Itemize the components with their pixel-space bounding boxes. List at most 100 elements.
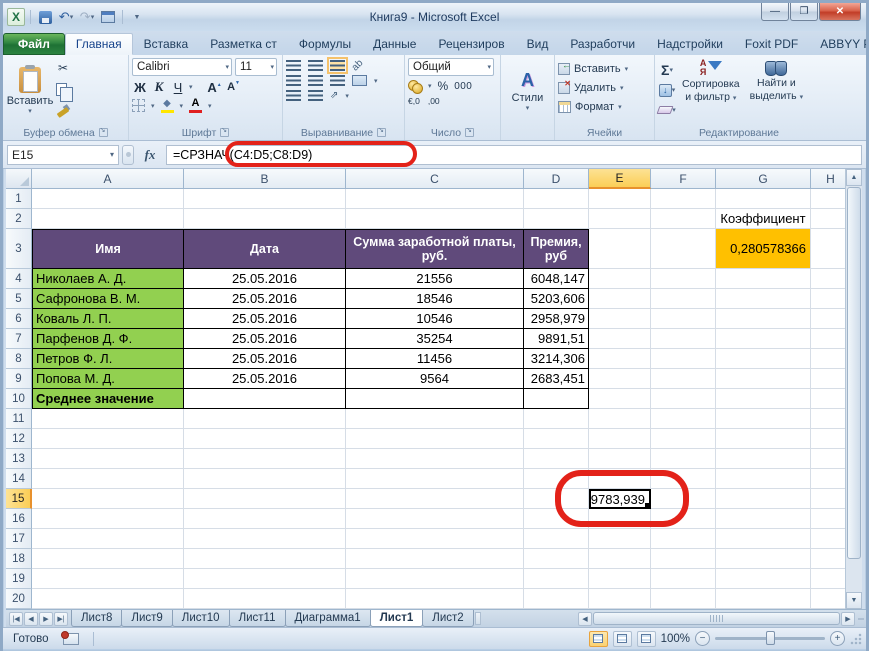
cell-D7[interactable]: 9891,51 (524, 329, 589, 349)
cell-E6[interactable] (589, 309, 651, 329)
column-header-D[interactable]: D (524, 169, 589, 189)
italic-button[interactable]: К (151, 79, 167, 95)
cell-E9[interactable] (589, 369, 651, 389)
cell-E2[interactable] (589, 209, 651, 229)
page-break-view-button[interactable] (637, 631, 656, 647)
cell-G6[interactable] (716, 309, 811, 329)
cell-G5[interactable] (716, 289, 811, 309)
cell-G2[interactable]: Коэффициент (716, 209, 811, 229)
cell-D8[interactable]: 3214,306 (524, 349, 589, 369)
zoom-out-button[interactable]: − (695, 631, 710, 646)
cell-C18[interactable] (346, 549, 524, 569)
cell-C5[interactable]: 18546 (346, 289, 524, 309)
zoom-level[interactable]: 100% (661, 633, 690, 645)
save-button[interactable] (36, 8, 54, 26)
cell-F4[interactable] (651, 269, 716, 289)
cell-G1[interactable] (716, 189, 811, 209)
cell-D15[interactable] (524, 489, 589, 509)
cell-G4[interactable] (716, 269, 811, 289)
cell-D9[interactable]: 2683,451 (524, 369, 589, 389)
cell-G10[interactable] (716, 389, 811, 409)
row-header-1[interactable]: 1 (6, 189, 32, 209)
cell-F8[interactable] (651, 349, 716, 369)
clear-button[interactable]: ▾ (658, 101, 676, 119)
cell-D14[interactable] (524, 469, 589, 489)
row-header-18[interactable]: 18 (6, 549, 32, 569)
cell-E11[interactable] (589, 409, 651, 429)
comma-format-button[interactable]: 000 (454, 81, 472, 92)
row-header-8[interactable]: 8 (6, 349, 32, 369)
formula-input[interactable]: =СРЗНАЧ(C4:D5;C8:D9) (166, 145, 862, 165)
cell-G11[interactable] (716, 409, 811, 429)
cell-E18[interactable] (589, 549, 651, 569)
next-sheet-icon[interactable]: ▶ (39, 612, 53, 626)
column-header-B[interactable]: B (184, 169, 346, 189)
column-header-A[interactable]: A (32, 169, 184, 189)
last-sheet-icon[interactable]: ▶| (54, 612, 68, 626)
ribbon-tab-10[interactable]: Foxit PDF (734, 33, 809, 55)
cell-F12[interactable] (651, 429, 716, 449)
cell-G14[interactable] (716, 469, 811, 489)
cell-B15[interactable] (184, 489, 346, 509)
customize-qat-button[interactable]: ▼ (128, 8, 146, 26)
cell-C7[interactable]: 35254 (346, 329, 524, 349)
cell-A19[interactable] (32, 569, 184, 589)
cell-E19[interactable] (589, 569, 651, 589)
cell-C16[interactable] (346, 509, 524, 529)
cell-E4[interactable] (589, 269, 651, 289)
row-header-19[interactable]: 19 (6, 569, 32, 589)
horizontal-scrollbar[interactable]: ◀ ▶ (576, 610, 868, 627)
cell-G16[interactable] (716, 509, 811, 529)
cell-B3[interactable]: Дата (184, 229, 346, 269)
cell-C6[interactable]: 10546 (346, 309, 524, 329)
sheet-tab-Лист1[interactable]: Лист1 (370, 610, 424, 627)
cell-A11[interactable] (32, 409, 184, 429)
row-header-11[interactable]: 11 (6, 409, 32, 429)
cell-D13[interactable] (524, 449, 589, 469)
excel-app-icon[interactable]: X (7, 8, 25, 26)
autosum-button[interactable]: Σ▾ (658, 61, 676, 79)
column-header-G[interactable]: G (716, 169, 811, 189)
formula-bar-splitter[interactable] (122, 145, 134, 165)
column-header-C[interactable]: C (346, 169, 524, 189)
cell-C1[interactable] (346, 189, 524, 209)
cell-G17[interactable] (716, 529, 811, 549)
cell-A3[interactable]: Имя (32, 229, 184, 269)
sheet-tab-Лист11[interactable]: Лист11 (229, 610, 286, 627)
cell-B7[interactable]: 25.05.2016 (184, 329, 346, 349)
cell-B12[interactable] (184, 429, 346, 449)
find-select-button[interactable]: Найти и выделить ▾ (746, 59, 807, 125)
row-header-20[interactable]: 20 (6, 589, 32, 609)
row-header-17[interactable]: 17 (6, 529, 32, 549)
zoom-slider[interactable] (715, 637, 825, 640)
cell-F15[interactable] (651, 489, 716, 509)
sheet-tab-Диаграмма1[interactable]: Диаграмма1 (285, 610, 371, 627)
cell-F16[interactable] (651, 509, 716, 529)
cell-A17[interactable] (32, 529, 184, 549)
maximize-button[interactable]: ❐ (790, 3, 818, 21)
cell-F13[interactable] (651, 449, 716, 469)
cell-A14[interactable] (32, 469, 184, 489)
delete-cells-button[interactable]: Удалить▾ (558, 78, 651, 97)
grow-font-button[interactable]: А (207, 80, 223, 95)
cell-D16[interactable] (524, 509, 589, 529)
fill-button[interactable]: ↓▾ (658, 81, 676, 99)
cell-C3[interactable]: Сумма заработной платы, руб. (346, 229, 524, 269)
undo-button[interactable]: ↶▾ (57, 8, 75, 26)
cell-G3[interactable]: 0,280578366 (716, 229, 811, 269)
zoom-in-button[interactable]: + (830, 631, 845, 646)
cell-B17[interactable] (184, 529, 346, 549)
scroll-up-icon[interactable]: ▲ (846, 169, 862, 186)
cell-A16[interactable] (32, 509, 184, 529)
cell-F2[interactable] (651, 209, 716, 229)
sort-filter-button[interactable]: АЯ Сортировка и фильтр ▾ (678, 59, 744, 125)
ribbon-tab-1[interactable]: Главная (65, 33, 133, 55)
cell-A12[interactable] (32, 429, 184, 449)
row-header-2[interactable]: 2 (6, 209, 32, 229)
wrap-text-icon[interactable]: ⇗ (330, 90, 338, 101)
sheet-tab-Лист8[interactable]: Лист8 (71, 610, 122, 627)
bold-button[interactable]: Ж (132, 80, 148, 95)
cell-D3[interactable]: Премия, руб (524, 229, 589, 269)
cell-C19[interactable] (346, 569, 524, 589)
font-color-button[interactable]: А (189, 98, 202, 113)
